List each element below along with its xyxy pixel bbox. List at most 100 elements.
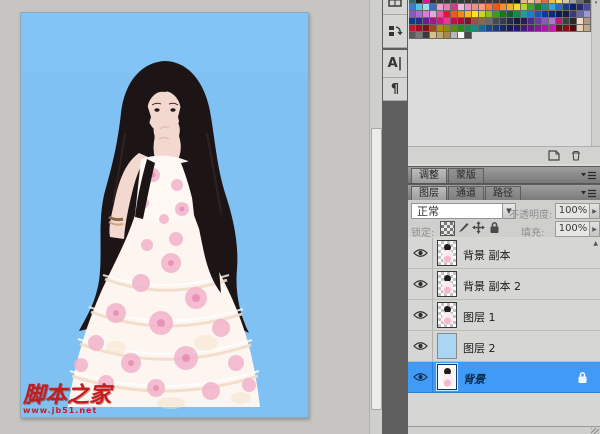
- layer-name[interactable]: 图层 2: [463, 340, 496, 356]
- swatch[interactable]: [451, 11, 457, 17]
- swatch[interactable]: [535, 4, 541, 10]
- panel-menu-icon[interactable]: [581, 171, 597, 180]
- swatch[interactable]: [465, 4, 471, 10]
- swatch[interactable]: [500, 4, 506, 10]
- swatch[interactable]: [444, 0, 450, 3]
- swatch[interactable]: [570, 11, 576, 17]
- swatch[interactable]: [409, 25, 415, 31]
- layer-name[interactable]: 图层 1: [463, 309, 496, 325]
- layer-name[interactable]: 背景: [463, 371, 485, 387]
- swatch[interactable]: [416, 11, 422, 17]
- swatch[interactable]: [577, 25, 583, 31]
- swatch[interactable]: [451, 18, 457, 24]
- swatch[interactable]: [528, 0, 534, 3]
- swatch[interactable]: [563, 25, 569, 31]
- swatch[interactable]: [479, 0, 485, 3]
- swatch[interactable]: [458, 32, 464, 38]
- swatch[interactable]: [416, 4, 422, 10]
- visibility-toggle[interactable]: [408, 362, 433, 392]
- swatch[interactable]: [458, 0, 464, 3]
- swatch[interactable]: [577, 4, 583, 10]
- swatch[interactable]: [507, 25, 513, 31]
- swatch[interactable]: [451, 0, 457, 3]
- swatch[interactable]: [549, 0, 555, 3]
- swatch[interactable]: [521, 4, 527, 10]
- swatch[interactable]: [444, 11, 450, 17]
- swatch[interactable]: [444, 32, 450, 38]
- swatch[interactable]: [437, 25, 443, 31]
- swatch[interactable]: [570, 18, 576, 24]
- swatch[interactable]: [584, 11, 590, 17]
- swatch[interactable]: [437, 18, 443, 24]
- swatch[interactable]: [423, 32, 429, 38]
- swatch[interactable]: [514, 25, 520, 31]
- layer-thumbnail[interactable]: [437, 271, 457, 297]
- visibility-toggle[interactable]: [408, 331, 433, 361]
- swatch[interactable]: [451, 32, 457, 38]
- swatches-scrollbar[interactable]: ▾: [591, 0, 600, 148]
- swatch[interactable]: [542, 4, 548, 10]
- swatch[interactable]: [584, 0, 590, 3]
- swatch[interactable]: [486, 18, 492, 24]
- swatch[interactable]: [493, 18, 499, 24]
- swatch[interactable]: [472, 11, 478, 17]
- swatch[interactable]: [479, 11, 485, 17]
- swatch[interactable]: [556, 0, 562, 3]
- swatch[interactable]: [500, 0, 506, 3]
- swatch[interactable]: [416, 25, 422, 31]
- fill-arrow-icon[interactable]: ▶: [589, 221, 600, 237]
- swatch[interactable]: [507, 4, 513, 10]
- swatch[interactable]: [521, 25, 527, 31]
- swatch[interactable]: [514, 4, 520, 10]
- swatch[interactable]: [423, 25, 429, 31]
- swatch[interactable]: [542, 0, 548, 3]
- lock-transparency-icon[interactable]: [440, 221, 455, 236]
- swatch[interactable]: [423, 18, 429, 24]
- swatch[interactable]: [437, 4, 443, 10]
- swatch[interactable]: [549, 4, 555, 10]
- swatch[interactable]: [563, 0, 569, 3]
- swatch[interactable]: [465, 0, 471, 3]
- new-swatch-icon[interactable]: [548, 150, 560, 161]
- swatch[interactable]: [430, 18, 436, 24]
- swatch[interactable]: [528, 4, 534, 10]
- swatch[interactable]: [465, 11, 471, 17]
- swatch[interactable]: [507, 0, 513, 3]
- swatch[interactable]: [577, 11, 583, 17]
- swatch[interactable]: [521, 11, 527, 17]
- swatch[interactable]: [514, 18, 520, 24]
- lock-all-icon[interactable]: [488, 221, 501, 234]
- swatch[interactable]: [563, 4, 569, 10]
- swatch[interactable]: [472, 0, 478, 3]
- swatch[interactable]: [409, 11, 415, 17]
- swatch[interactable]: [507, 18, 513, 24]
- layer-thumbnail[interactable]: [437, 240, 457, 266]
- swatch[interactable]: [458, 18, 464, 24]
- swatch[interactable]: [549, 11, 555, 17]
- visibility-toggle[interactable]: [408, 300, 433, 330]
- swatch[interactable]: [577, 18, 583, 24]
- swatch[interactable]: [584, 25, 590, 31]
- layer-thumbnail[interactable]: [437, 333, 457, 359]
- swatch[interactable]: [416, 0, 422, 3]
- visibility-toggle[interactable]: [408, 269, 433, 299]
- swatch[interactable]: [409, 0, 415, 3]
- swatch[interactable]: [409, 4, 415, 10]
- swatch[interactable]: [458, 4, 464, 10]
- swatch[interactable]: [479, 18, 485, 24]
- swatch[interactable]: [577, 0, 583, 3]
- blend-mode-select[interactable]: 正常: [411, 203, 503, 219]
- swatch[interactable]: [423, 0, 429, 3]
- swatch[interactable]: [465, 18, 471, 24]
- swatch[interactable]: [549, 25, 555, 31]
- swatch[interactable]: [521, 18, 527, 24]
- tab-channels[interactable]: 通道: [448, 186, 484, 201]
- swatch[interactable]: [570, 25, 576, 31]
- swatch[interactable]: [479, 4, 485, 10]
- swatch[interactable]: [430, 32, 436, 38]
- swatch[interactable]: [570, 4, 576, 10]
- swatch[interactable]: [570, 0, 576, 3]
- layer-row-bg-copy[interactable]: 背景 副本: [408, 238, 600, 269]
- swatch[interactable]: [479, 25, 485, 31]
- tab-masks[interactable]: 蒙版: [448, 168, 484, 183]
